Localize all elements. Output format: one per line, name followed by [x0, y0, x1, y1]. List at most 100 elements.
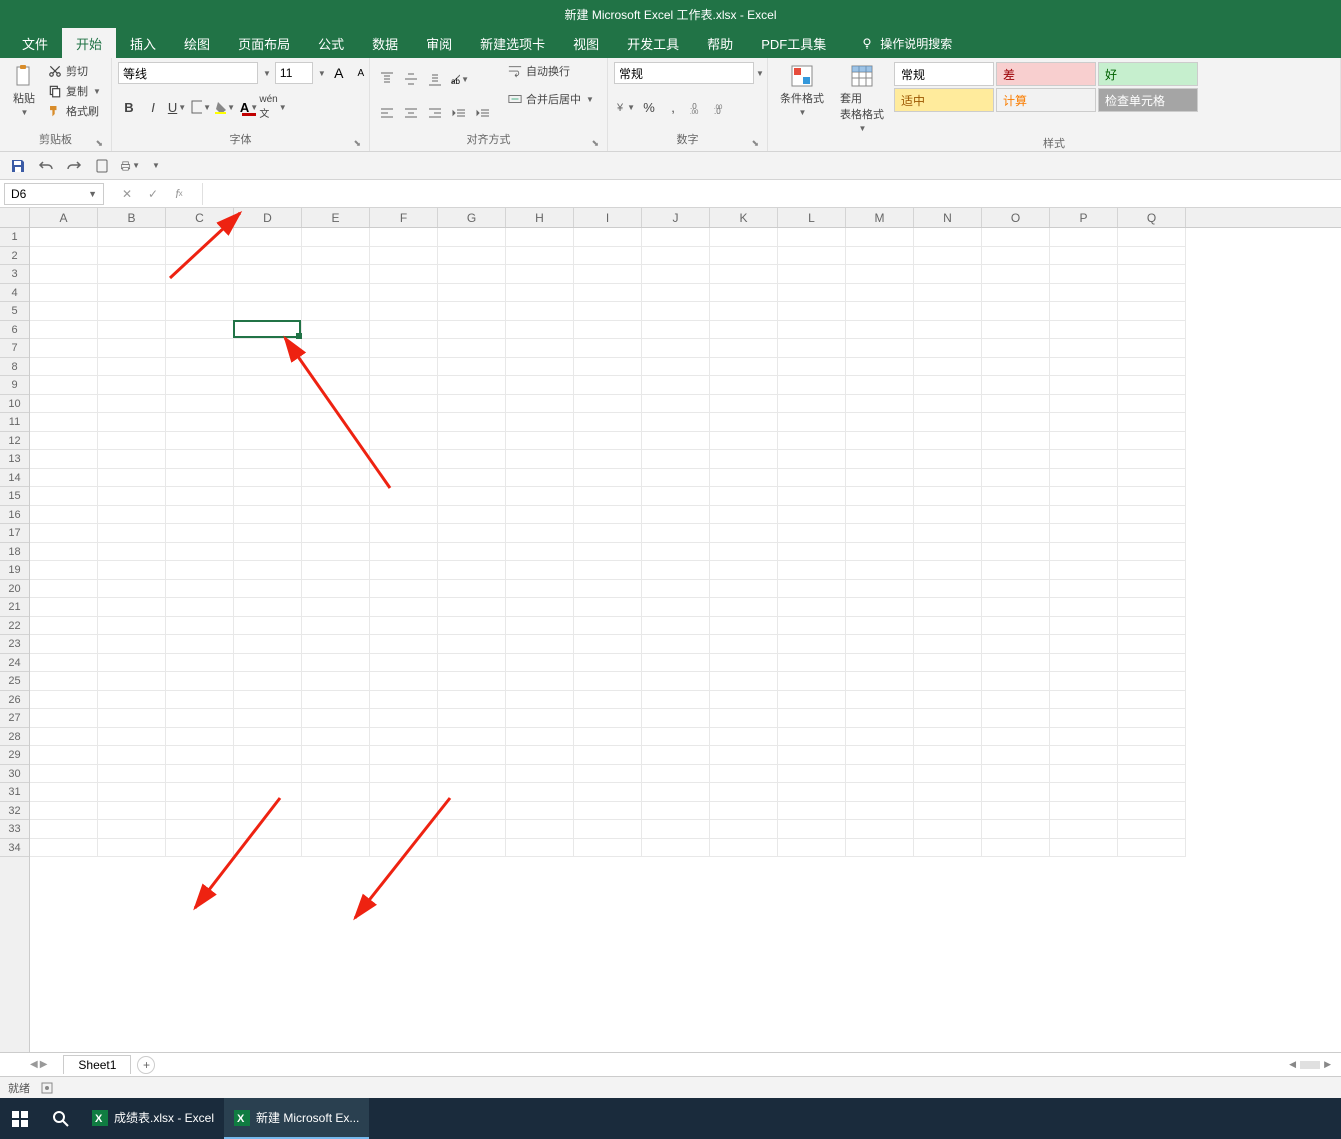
cell[interactable]: [914, 839, 982, 858]
accounting-format-button[interactable]: ¥▼: [614, 96, 636, 118]
cell[interactable]: [1118, 672, 1186, 691]
cell[interactable]: [710, 376, 778, 395]
cell[interactable]: [846, 617, 914, 636]
cell[interactable]: [1050, 839, 1118, 858]
row-header-18[interactable]: 18: [0, 543, 29, 562]
cell[interactable]: [914, 635, 982, 654]
cell[interactable]: [914, 783, 982, 802]
cell[interactable]: [1050, 284, 1118, 303]
start-button[interactable]: [0, 1098, 40, 1139]
cell[interactable]: [982, 247, 1050, 266]
cell[interactable]: [846, 432, 914, 451]
cell[interactable]: [778, 783, 846, 802]
cell[interactable]: [846, 783, 914, 802]
cell[interactable]: [506, 228, 574, 247]
cell[interactable]: [846, 765, 914, 784]
cell[interactable]: [234, 339, 302, 358]
cell[interactable]: [846, 802, 914, 821]
number-launcher[interactable]: ⬊: [751, 138, 759, 149]
cell[interactable]: [234, 746, 302, 765]
cell[interactable]: [166, 450, 234, 469]
cell[interactable]: [438, 820, 506, 839]
cell[interactable]: [30, 432, 98, 451]
cell[interactable]: [1118, 598, 1186, 617]
cell[interactable]: [166, 561, 234, 580]
cell[interactable]: [778, 561, 846, 580]
cell[interactable]: [506, 395, 574, 414]
cell[interactable]: [166, 487, 234, 506]
cell[interactable]: [642, 580, 710, 599]
cell[interactable]: [846, 524, 914, 543]
cell[interactable]: [710, 432, 778, 451]
cell[interactable]: [98, 321, 166, 340]
cell[interactable]: [574, 284, 642, 303]
cell[interactable]: [778, 339, 846, 358]
cell[interactable]: [1118, 432, 1186, 451]
cell[interactable]: [98, 598, 166, 617]
cell[interactable]: [370, 580, 438, 599]
row-header-15[interactable]: 15: [0, 487, 29, 506]
font-color-button[interactable]: A▼: [238, 96, 260, 118]
cell[interactable]: [982, 598, 1050, 617]
cell[interactable]: [234, 376, 302, 395]
tab-review[interactable]: 审阅: [412, 28, 466, 59]
align-middle-button[interactable]: [400, 68, 422, 90]
cell[interactable]: [30, 783, 98, 802]
cell[interactable]: [778, 432, 846, 451]
cell[interactable]: [778, 376, 846, 395]
cell[interactable]: [914, 598, 982, 617]
style-good[interactable]: 好: [1098, 62, 1198, 86]
cell[interactable]: [438, 580, 506, 599]
cell[interactable]: [574, 802, 642, 821]
cell[interactable]: [98, 376, 166, 395]
cell[interactable]: [778, 450, 846, 469]
cell[interactable]: [370, 617, 438, 636]
cell[interactable]: [982, 561, 1050, 580]
cell[interactable]: [506, 691, 574, 710]
cell[interactable]: [778, 617, 846, 636]
cell[interactable]: [166, 598, 234, 617]
cell[interactable]: [778, 302, 846, 321]
cell[interactable]: [506, 820, 574, 839]
cell[interactable]: [438, 432, 506, 451]
row-header-29[interactable]: 29: [0, 746, 29, 765]
row-header-23[interactable]: 23: [0, 635, 29, 654]
cell[interactable]: [98, 820, 166, 839]
cell[interactable]: [506, 376, 574, 395]
cell[interactable]: [1050, 561, 1118, 580]
cut-button[interactable]: 剪切: [46, 62, 103, 80]
col-header-B[interactable]: B: [98, 208, 166, 227]
cell[interactable]: [846, 746, 914, 765]
row-header-4[interactable]: 4: [0, 284, 29, 303]
cell[interactable]: [1050, 820, 1118, 839]
cell[interactable]: [914, 487, 982, 506]
formula-cancel-button[interactable]: ✕: [118, 185, 136, 203]
cell[interactable]: [574, 321, 642, 340]
cell[interactable]: [98, 765, 166, 784]
cell[interactable]: [438, 802, 506, 821]
cell[interactable]: [234, 395, 302, 414]
cell[interactable]: [30, 358, 98, 377]
cell[interactable]: [30, 487, 98, 506]
cell[interactable]: [710, 321, 778, 340]
cell[interactable]: [710, 802, 778, 821]
new-sheet-button[interactable]: +: [137, 1056, 155, 1074]
cell[interactable]: [166, 413, 234, 432]
cell[interactable]: [642, 820, 710, 839]
cell[interactable]: [166, 247, 234, 266]
cell[interactable]: [1118, 580, 1186, 599]
italic-button[interactable]: I: [142, 96, 164, 118]
cell[interactable]: [166, 265, 234, 284]
fill-handle[interactable]: [296, 333, 302, 339]
row-header-8[interactable]: 8: [0, 358, 29, 377]
cell[interactable]: [438, 413, 506, 432]
cell[interactable]: [574, 543, 642, 562]
clipboard-launcher[interactable]: ⬊: [95, 138, 103, 149]
align-right-button[interactable]: [424, 102, 446, 124]
cell[interactable]: [846, 321, 914, 340]
cell[interactable]: [98, 654, 166, 673]
cell[interactable]: [1050, 672, 1118, 691]
cell[interactable]: [642, 247, 710, 266]
cell[interactable]: [166, 524, 234, 543]
cell[interactable]: [642, 321, 710, 340]
